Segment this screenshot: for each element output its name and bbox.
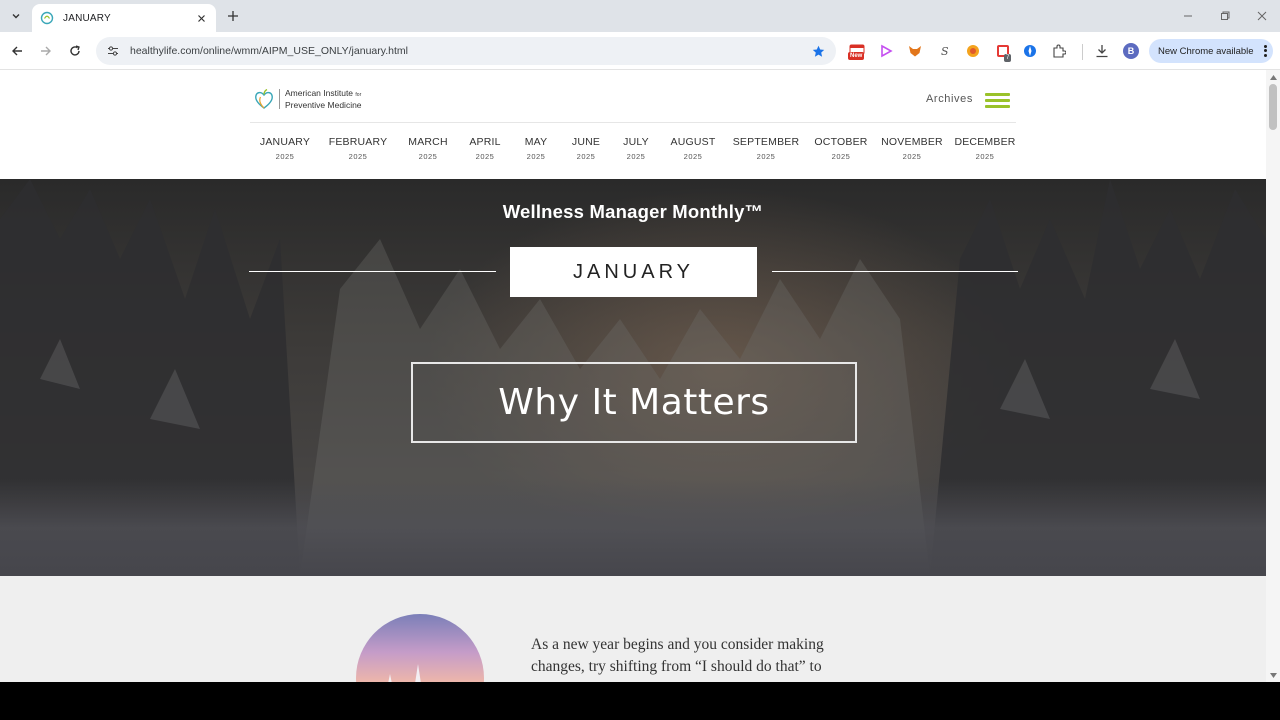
site-favicon-icon	[40, 11, 54, 25]
minimize-icon[interactable]	[1180, 8, 1196, 24]
scroll-up-arrow-icon[interactable]	[1269, 73, 1277, 81]
reload-icon[interactable]	[66, 42, 84, 60]
forward-arrow-icon[interactable]	[37, 42, 55, 60]
heart-apple-logo-icon	[255, 88, 273, 109]
scroll-down-arrow-icon[interactable]	[1269, 671, 1277, 679]
browser-tab[interactable]: JANUARY	[32, 4, 216, 32]
menu-dots-icon[interactable]	[1263, 44, 1267, 58]
month-nav-may[interactable]: MAY 2025	[525, 136, 548, 161]
month-nav-november[interactable]: NOVEMBER 2025	[881, 136, 943, 161]
hero-banner: Wellness Manager Monthly™ JANUARY Why It…	[0, 179, 1266, 576]
hamburger-menu-icon[interactable]	[985, 93, 1010, 108]
downloads-icon[interactable]	[1093, 42, 1111, 60]
logo-line2: Preventive Medicine	[285, 100, 362, 110]
page-viewport: American Institute for Preventive Medici…	[0, 70, 1280, 682]
toolbar-separator	[1082, 44, 1083, 60]
article-content: As a new year begins and you consider ma…	[0, 576, 1266, 682]
new-tab-plus-icon[interactable]	[224, 7, 242, 25]
orange-extension-icon[interactable]	[964, 42, 982, 60]
compass-extension-icon[interactable]	[1021, 42, 1039, 60]
month-nav-december[interactable]: DECEMBER 2025	[954, 136, 1015, 161]
month-nav-october[interactable]: OCTOBER 2025	[814, 136, 867, 161]
profile-avatar[interactable]: B	[1123, 43, 1139, 59]
logo-line1: American Institute	[285, 88, 354, 98]
close-window-icon[interactable]	[1254, 8, 1270, 24]
hero-rule-right	[772, 271, 1018, 272]
svg-text:S: S	[941, 45, 949, 58]
month-nav-january[interactable]: JANUARY 2025	[260, 136, 310, 161]
new-chrome-available-button[interactable]: New Chrome available	[1149, 39, 1273, 63]
month-nav: JANUARY 2025 FEBRUARY 2025 MARCH 2025 APRIL…	[250, 136, 1020, 166]
bookmark-star-icon[interactable]	[810, 43, 826, 59]
archives-link[interactable]: Archives	[926, 93, 973, 105]
newsletter-title: Wellness Manager Monthly™	[502, 201, 764, 222]
site-header: American Institute for Preventive Medici…	[0, 70, 1266, 179]
snow-ground	[0, 479, 1266, 576]
logo-text: American Institute for Preventive Medici…	[285, 88, 362, 110]
tab-close-icon[interactable]	[194, 11, 208, 25]
aipm-logo[interactable]: American Institute for Preventive Medici…	[254, 88, 362, 110]
restore-icon[interactable]	[1217, 8, 1233, 24]
header-divider	[250, 122, 1016, 123]
month-nav-march[interactable]: MARCH 2025	[408, 136, 448, 161]
month-nav-september[interactable]: SEPTEMBER 2025	[733, 136, 800, 161]
fox-extension-icon[interactable]	[906, 42, 924, 60]
tab-strip: JANUARY	[0, 0, 1280, 32]
month-nav-july[interactable]: JULY 2025	[623, 136, 649, 161]
month-nav-february[interactable]: FEBRUARY 2025	[329, 136, 388, 161]
new-chrome-label: New Chrome available	[1158, 45, 1254, 57]
month-nav-april[interactable]: APRIL 2025	[469, 136, 500, 161]
scrollbar-thumb[interactable]	[1269, 84, 1277, 130]
s-extension-icon[interactable]: S	[935, 42, 953, 60]
browser-toolbar: healthylife.com/online/wmm/AIPM_USE_ONLY…	[0, 32, 1280, 70]
tab-search-chevron-icon[interactable]	[6, 6, 26, 26]
extensions-puzzle-icon[interactable]	[1050, 42, 1068, 60]
logo-for: for	[355, 92, 362, 98]
month-nav-june[interactable]: JUNE 2025	[572, 136, 600, 161]
month-nav-august[interactable]: AUGUST 2025	[671, 136, 716, 161]
page-scrollbar[interactable]	[1266, 70, 1280, 682]
tab-title: JANUARY	[63, 12, 111, 24]
url-text[interactable]: healthylife.com/online/wmm/AIPM_USE_ONLY…	[130, 45, 810, 57]
logo-divider	[279, 89, 280, 109]
intro-paragraph: As a new year begins and you consider ma…	[531, 636, 824, 675]
back-arrow-icon[interactable]	[8, 42, 26, 60]
site-settings-icon[interactable]	[106, 44, 120, 58]
play-extension-icon[interactable]	[877, 42, 895, 60]
winter-trees-circle-image	[356, 614, 484, 682]
address-bar[interactable]: healthylife.com/online/wmm/AIPM_USE_ONLY…	[96, 37, 836, 65]
current-month-label: JANUARY	[510, 247, 757, 297]
count-badge: 7	[1004, 54, 1012, 62]
hero-rule-left	[249, 271, 496, 272]
new-badge: New	[848, 52, 865, 60]
section-heading-box: Why It Matters	[411, 362, 857, 443]
